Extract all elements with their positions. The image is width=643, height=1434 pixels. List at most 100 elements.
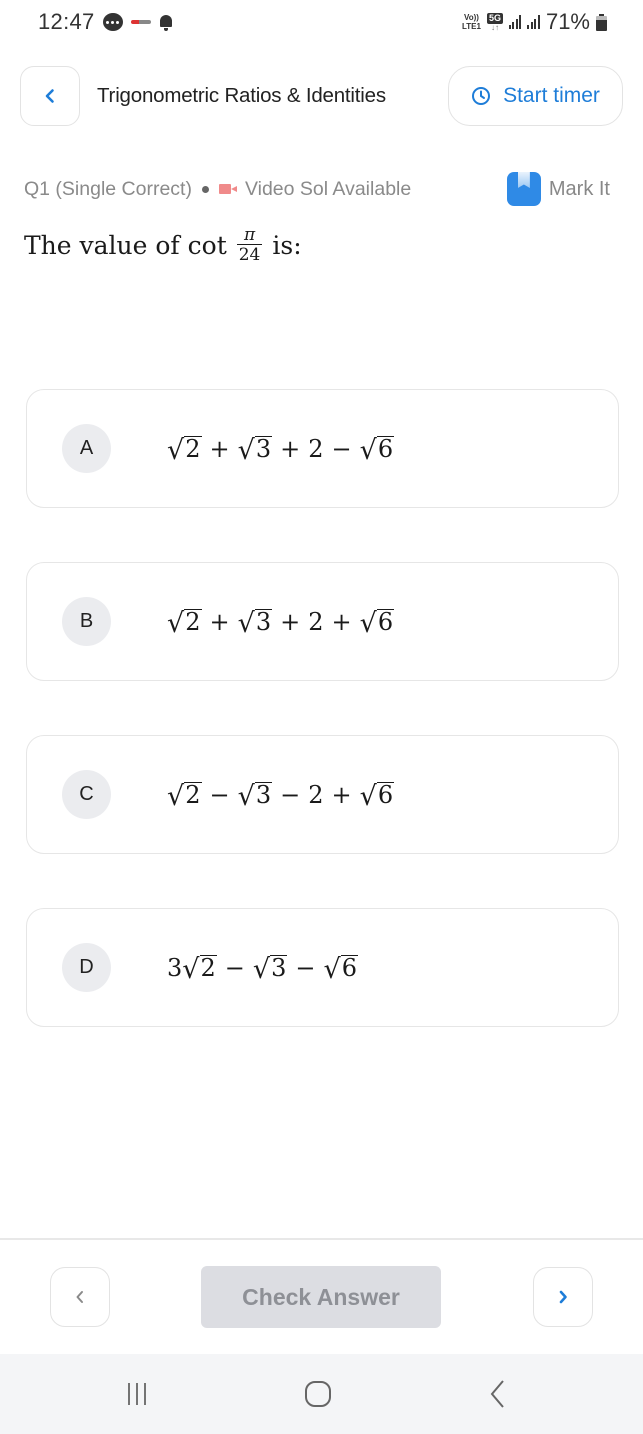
square-root: √ 3 (237, 781, 273, 812)
square-root: √ 6 (359, 607, 395, 639)
start-timer-label: Start timer (503, 84, 600, 107)
math-term: √ 2 (167, 434, 202, 464)
math-term: √ 3 (237, 434, 273, 466)
question-prefix: The value of cot (24, 230, 227, 260)
radicand: 3 (254, 434, 273, 463)
page-title: Trigonometric Ratios & Identities (97, 84, 386, 107)
mark-it-button[interactable]: Mark It (506, 172, 610, 206)
home-icon (305, 1381, 331, 1407)
start-timer-button[interactable]: Start timer (448, 66, 623, 126)
option-expression: √ 2 + √ 3 +2 + √ 6 (167, 607, 395, 639)
app-notification-icon (130, 20, 151, 24)
square-root: √ 2 (167, 781, 202, 812)
radicand: 3 (254, 607, 273, 636)
coefficient: 2 (308, 434, 324, 463)
radical-sign-icon: √ (182, 954, 200, 985)
back-icon (490, 1380, 504, 1408)
home-button[interactable] (278, 1354, 358, 1434)
status-bar: 12:47 Vo)) LTE1 5G ↓↑ 71% (0, 0, 643, 44)
radical-sign-icon: √ (359, 608, 377, 639)
bookmark-icon (506, 172, 541, 206)
recents-button[interactable] (97, 1354, 177, 1434)
radical-sign-icon: √ (237, 608, 255, 639)
square-root: √ 3 (252, 953, 288, 985)
option-b[interactable]: B √ 2 + √ 3 +2 + √ 6 (26, 562, 619, 681)
math-operator: − (295, 953, 316, 982)
math-term: 2 (308, 608, 323, 636)
clock-icon (472, 87, 491, 105)
math-term: √ 3 (237, 607, 273, 639)
radical-sign-icon: √ (359, 435, 377, 466)
math-term: √ 2 (167, 781, 202, 812)
math-operator: − (209, 780, 230, 809)
option-a[interactable]: A √ 2 + √ 3 +2− √ 6 (26, 389, 619, 508)
chevron-left-icon (76, 1291, 83, 1303)
math-term: √ 6 (324, 953, 358, 983)
math-operator: − (331, 434, 352, 463)
square-root: √ 6 (359, 780, 395, 812)
fraction-denominator: 24 (236, 244, 263, 265)
radicand: 6 (376, 607, 395, 636)
radical-sign-icon: √ (359, 781, 377, 812)
math-operator: + (280, 434, 301, 463)
math-term: √ 6 (359, 607, 395, 639)
video-icon (218, 183, 237, 195)
battery-percent: 71% (545, 9, 590, 34)
math-term: 2 (308, 781, 323, 809)
question-meta: Q1 (Single Correct) Video Sol Available … (24, 172, 614, 206)
radicand: 6 (340, 953, 358, 982)
option-d[interactable]: D 3 √ 2− √ 3− √ 6 (26, 908, 619, 1027)
option-c[interactable]: C √ 2− √ 3−2 + √ 6 (26, 735, 619, 854)
radical-sign-icon: √ (167, 608, 185, 639)
next-question-button[interactable] (533, 1267, 593, 1327)
math-term: √ 2 (167, 608, 202, 639)
recents-icon (128, 1383, 146, 1405)
radicand: 3 (270, 953, 288, 982)
radicand: 6 (376, 780, 395, 809)
square-root: √ 3 (237, 607, 273, 639)
radical-sign-icon: √ (237, 781, 255, 812)
check-answer-button[interactable]: Check Answer (201, 1266, 441, 1328)
signal-icon (508, 15, 522, 29)
fraction: π 24 (236, 225, 263, 265)
option-expression: √ 2− √ 3−2 + √ 6 (167, 780, 395, 812)
math-term: 2 (308, 435, 323, 463)
coefficient: 2 (308, 607, 324, 636)
question-text: The value of cot π 24 is: (24, 226, 302, 264)
header: Trigonometric Ratios & Identities Start … (20, 66, 623, 126)
option-letter: B (62, 597, 111, 646)
bell-icon (159, 13, 173, 31)
square-root: √ 6 (359, 435, 395, 466)
radical-sign-icon: √ (237, 435, 255, 466)
option-expression: 3 √ 2− √ 3− √ 6 (167, 953, 358, 985)
math-operator: + (209, 434, 230, 463)
math-operator: + (331, 780, 352, 809)
square-root: √ 2 (167, 608, 202, 639)
previous-question-button[interactable] (50, 1267, 110, 1327)
radical-sign-icon: √ (167, 781, 185, 812)
radicand: 2 (184, 434, 202, 463)
separator-dot (201, 185, 209, 193)
fraction-numerator: π (243, 225, 256, 245)
video-solution-label[interactable]: Video Sol Available (245, 178, 411, 201)
option-letter: C (62, 770, 111, 819)
question-suffix: is: (272, 230, 302, 260)
back-button[interactable] (20, 66, 80, 126)
math-term: √ 6 (359, 780, 395, 812)
square-root: √ 6 (324, 953, 358, 983)
data-arrows-icon: ↓↑ (490, 22, 499, 32)
math-operator: − (224, 953, 245, 982)
option-letter: D (62, 943, 111, 992)
coefficient: 2 (308, 780, 324, 809)
math-operator: − (280, 780, 301, 809)
math-operator: + (280, 607, 301, 636)
system-back-button[interactable] (458, 1354, 538, 1434)
math-term: √ 3 (252, 953, 288, 985)
lte-label: LTE1 (461, 22, 481, 31)
mark-it-label: Mark It (548, 177, 610, 200)
square-root: √ 3 (237, 434, 273, 466)
status-time: 12:47 (38, 9, 95, 34)
volte-label: Vo)) (463, 13, 479, 22)
square-root: √ 2 (167, 434, 202, 464)
radical-sign-icon: √ (252, 954, 271, 985)
